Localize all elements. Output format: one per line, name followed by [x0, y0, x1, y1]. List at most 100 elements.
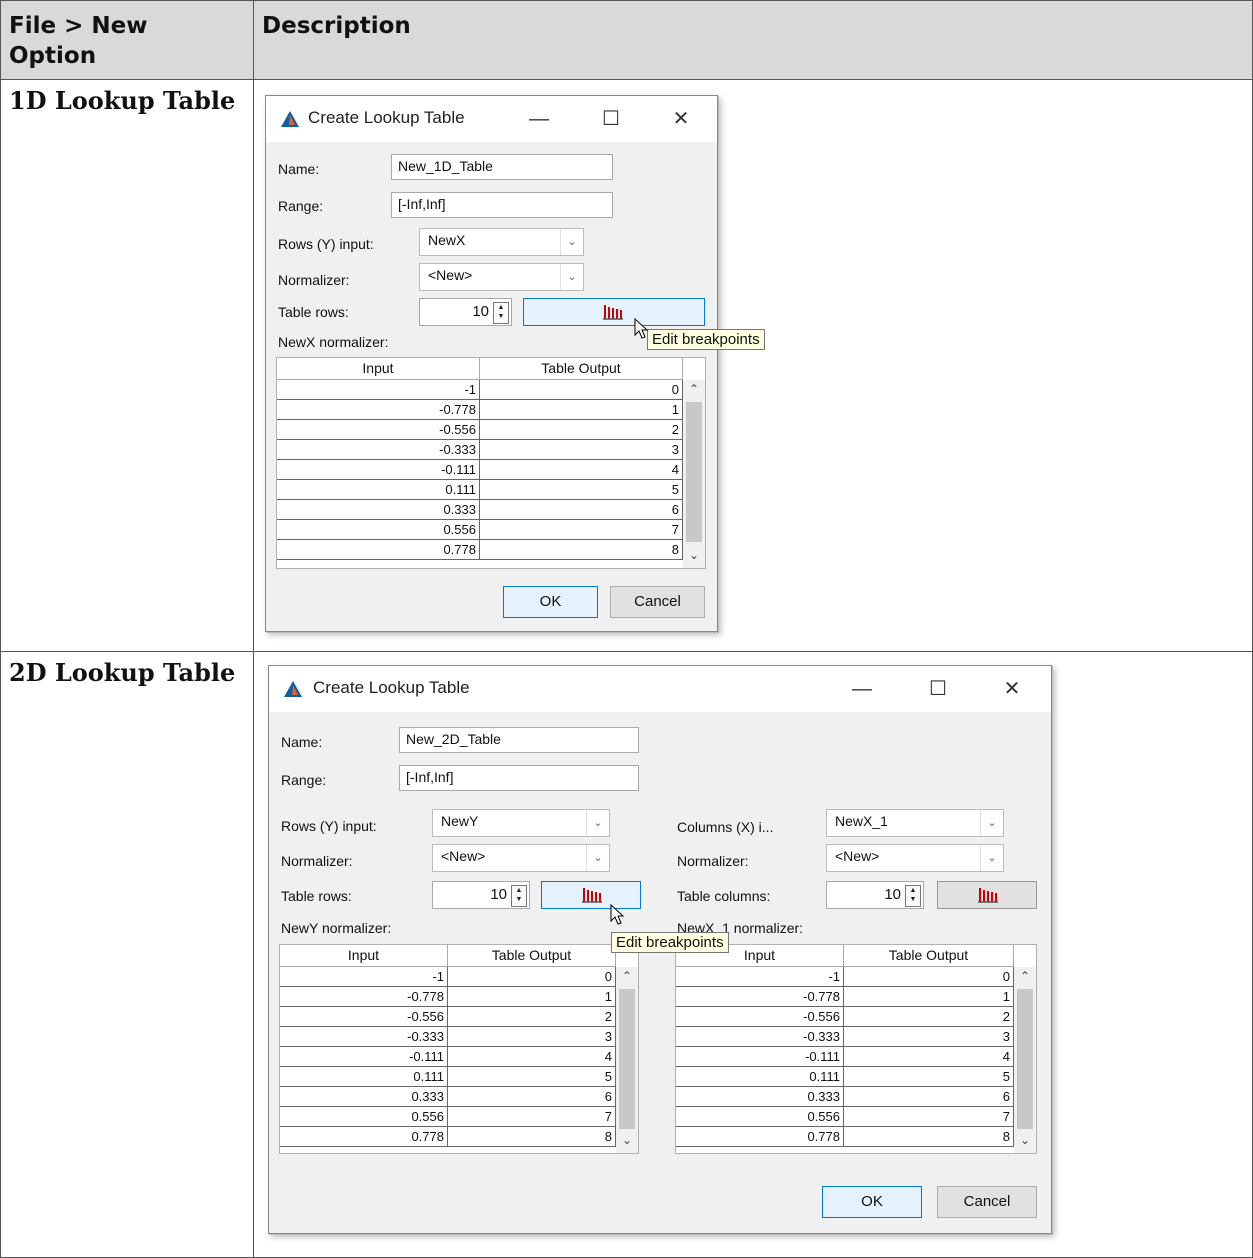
- edit-row-breakpoints-button[interactable]: [541, 881, 641, 909]
- input-cell[interactable]: -1: [277, 380, 480, 400]
- output-cell[interactable]: 6: [844, 1087, 1014, 1107]
- output-cell[interactable]: 7: [844, 1107, 1014, 1127]
- input-cell[interactable]: -1: [676, 967, 844, 987]
- output-cell[interactable]: 5: [844, 1067, 1014, 1087]
- scrollbar-thumb[interactable]: [1017, 989, 1033, 1129]
- ok-button[interactable]: OK: [503, 586, 598, 618]
- output-cell[interactable]: 8: [448, 1127, 616, 1147]
- scroll-down-icon[interactable]: ⌄: [616, 1133, 638, 1147]
- scrollbar-thumb[interactable]: [619, 989, 635, 1129]
- range-input[interactable]: [-Inf,Inf]: [399, 765, 639, 791]
- input-cell[interactable]: 0.778: [676, 1127, 844, 1147]
- scroll-down-icon[interactable]: ⌄: [683, 548, 705, 562]
- input-cell[interactable]: -0.778: [280, 987, 448, 1007]
- input-cell[interactable]: -1: [280, 967, 448, 987]
- table-columns-stepper[interactable]: 10 ▲ ▼: [826, 881, 924, 909]
- cancel-button[interactable]: Cancel: [610, 586, 705, 618]
- input-cell[interactable]: -0.778: [676, 987, 844, 1007]
- input-cell[interactable]: -0.333: [280, 1027, 448, 1047]
- output-cell[interactable]: 7: [448, 1107, 616, 1127]
- output-cell[interactable]: 1: [844, 987, 1014, 1007]
- output-cell[interactable]: 2: [844, 1007, 1014, 1027]
- name-input[interactable]: New_2D_Table: [399, 727, 639, 753]
- input-cell[interactable]: -0.111: [676, 1047, 844, 1067]
- scrollbar-thumb[interactable]: [686, 402, 702, 542]
- spinner-arrows-icon[interactable]: ▲ ▼: [905, 885, 921, 907]
- vertical-scrollbar[interactable]: ⌃ ⌄: [683, 380, 705, 568]
- edit-column-breakpoints-button[interactable]: [937, 881, 1037, 909]
- output-cell[interactable]: 6: [480, 500, 683, 520]
- minimize-icon[interactable]: —: [522, 104, 556, 134]
- minimize-icon[interactable]: —: [845, 674, 879, 704]
- spinner-arrows-icon[interactable]: ▲ ▼: [493, 302, 509, 324]
- rows-input-select[interactable]: NewY ⌄: [432, 809, 610, 837]
- input-cell[interactable]: 0.111: [277, 480, 480, 500]
- output-cell[interactable]: 3: [480, 440, 683, 460]
- input-cell[interactable]: -0.333: [676, 1027, 844, 1047]
- input-cell[interactable]: 0.111: [676, 1067, 844, 1087]
- scroll-up-icon[interactable]: ⌃: [616, 969, 638, 983]
- input-cell[interactable]: -0.111: [277, 460, 480, 480]
- edit-breakpoints-button[interactable]: [523, 298, 705, 326]
- maximize-icon[interactable]: ☐: [921, 674, 955, 704]
- normalizer-select[interactable]: <New> ⌄: [419, 263, 584, 291]
- output-cell[interactable]: 6: [448, 1087, 616, 1107]
- scroll-down-icon[interactable]: ⌄: [1014, 1133, 1036, 1147]
- output-cell[interactable]: 4: [448, 1047, 616, 1067]
- cancel-button[interactable]: Cancel: [937, 1186, 1037, 1218]
- ok-button[interactable]: OK: [822, 1186, 922, 1218]
- output-cell[interactable]: 8: [844, 1127, 1014, 1147]
- scroll-up-icon[interactable]: ⌃: [683, 382, 705, 396]
- table-rows-stepper[interactable]: 10 ▲ ▼: [432, 881, 530, 909]
- input-cell[interactable]: -0.333: [277, 440, 480, 460]
- columns-input-select[interactable]: NewX_1 ⌄: [826, 809, 1004, 837]
- output-cell[interactable]: 4: [480, 460, 683, 480]
- input-cell[interactable]: -0.556: [676, 1007, 844, 1027]
- vertical-scrollbar[interactable]: ⌃ ⌄: [616, 967, 638, 1153]
- title-bar[interactable]: Create Lookup Table — ☐ ✕: [266, 96, 717, 142]
- range-input[interactable]: [-Inf,Inf]: [391, 192, 613, 218]
- input-cell[interactable]: -0.111: [280, 1047, 448, 1067]
- close-icon[interactable]: ✕: [995, 674, 1029, 704]
- output-cell[interactable]: 7: [480, 520, 683, 540]
- rows-input-select[interactable]: NewX ⌄: [419, 228, 584, 256]
- output-cell[interactable]: 1: [480, 400, 683, 420]
- normalizer-select[interactable]: <New> ⌄: [432, 844, 610, 872]
- output-cell[interactable]: 5: [480, 480, 683, 500]
- close-icon[interactable]: ✕: [664, 104, 698, 134]
- output-cell[interactable]: 2: [480, 420, 683, 440]
- input-cell[interactable]: 0.556: [280, 1107, 448, 1127]
- input-cell[interactable]: 0.111: [280, 1067, 448, 1087]
- normalizer-table[interactable]: Input Table Output -1 0 -0.778 1 -0.556 2 -0.3…: [276, 357, 706, 569]
- output-cell[interactable]: 8: [480, 540, 683, 560]
- input-cell[interactable]: 0.333: [280, 1087, 448, 1107]
- title-bar[interactable]: Create Lookup Table — ☐ ✕: [269, 666, 1051, 712]
- input-cell[interactable]: -0.556: [280, 1007, 448, 1027]
- maximize-icon[interactable]: ☐: [594, 104, 628, 134]
- table-rows-stepper[interactable]: 10 ▲ ▼: [419, 298, 512, 326]
- output-cell[interactable]: 4: [844, 1047, 1014, 1067]
- scroll-up-icon[interactable]: ⌃: [1014, 969, 1036, 983]
- output-cell[interactable]: 0: [480, 380, 683, 400]
- vertical-scrollbar[interactable]: ⌃ ⌄: [1014, 967, 1036, 1153]
- output-cell[interactable]: 0: [448, 967, 616, 987]
- input-cell[interactable]: 0.556: [277, 520, 480, 540]
- output-cell[interactable]: 2: [448, 1007, 616, 1027]
- input-cell[interactable]: 0.333: [676, 1087, 844, 1107]
- columns-normalizer-select[interactable]: <New> ⌄: [826, 844, 1004, 872]
- output-cell[interactable]: 3: [448, 1027, 616, 1047]
- name-input[interactable]: New_1D_Table: [391, 154, 613, 180]
- input-cell[interactable]: -0.556: [277, 420, 480, 440]
- output-cell[interactable]: 1: [448, 987, 616, 1007]
- columns-normalizer-table[interactable]: Input Table Output -1 0 -0.778 1 -0.556 2 -0.3…: [675, 944, 1037, 1154]
- output-cell[interactable]: 3: [844, 1027, 1014, 1047]
- input-cell[interactable]: 0.778: [277, 540, 480, 560]
- input-cell[interactable]: 0.556: [676, 1107, 844, 1127]
- input-cell[interactable]: -0.778: [277, 400, 480, 420]
- input-cell[interactable]: 0.333: [277, 500, 480, 520]
- input-cell[interactable]: 0.778: [280, 1127, 448, 1147]
- output-cell[interactable]: 0: [844, 967, 1014, 987]
- spinner-arrows-icon[interactable]: ▲ ▼: [511, 885, 527, 907]
- rows-normalizer-table[interactable]: Input Table Output -1 0 -0.778 1 -0.556 2 -0.3…: [279, 944, 639, 1154]
- output-cell[interactable]: 5: [448, 1067, 616, 1087]
